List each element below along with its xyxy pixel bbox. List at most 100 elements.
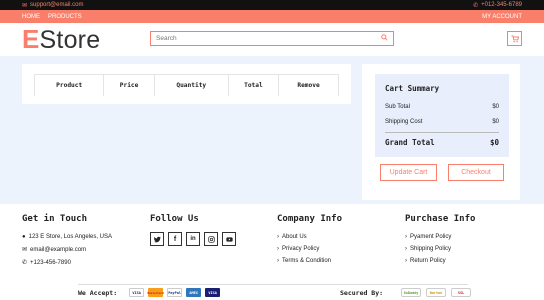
top-phone-text: +012-345-6789 [481, 2, 522, 8]
chevron-right-icon: › [277, 258, 279, 264]
purchase-title: Purchase Info [405, 214, 476, 224]
nav-bar: HOME PRODUCTS MY ACCOUNT [0, 10, 544, 23]
top-email-text: support@email.com [30, 2, 84, 8]
purchase-link-return[interactable]: › Return Policy [405, 258, 475, 264]
logo-text: Store [39, 26, 101, 54]
grand-total-label: Grand Total [385, 138, 435, 147]
shipping-link-text: Shipping Policy [410, 246, 452, 252]
social-icons: f in [150, 232, 236, 246]
footer-company: Company Info › About Us › Privacy Policy ›… [277, 214, 342, 270]
grand-total-value: $0 [489, 138, 499, 147]
cart-table: Product Price Quantity Total Remove [33, 74, 339, 96]
footer-bottom: We Accept: VISA MasterCard PayPal AMEX V… [0, 284, 544, 300]
footer-contact: Get in Touch ● 123 E Store, Los Angeles,… [22, 214, 112, 272]
col-quantity: Quantity [153, 74, 229, 96]
col-product: Product [33, 74, 105, 96]
chevron-right-icon: › [277, 234, 279, 240]
godaddy-badge-icon: GoDaddy [401, 288, 422, 297]
security-badges: Secured By: GoDaddy Norton SSL [340, 288, 472, 297]
visa-card-icon: VISA [129, 288, 145, 297]
contact-title: Get in Touch [22, 214, 88, 224]
checkout-button[interactable]: Checkout [448, 164, 504, 181]
sub-total-row: Sub Total $0 [385, 104, 499, 110]
contact-address: ● 123 E Store, Los Angeles, USA [22, 234, 112, 240]
instagram-icon[interactable] [204, 232, 218, 246]
envelope-icon: ✉ [22, 2, 28, 9]
col-price: Price [103, 74, 155, 96]
summary-title: Cart Summary [385, 84, 440, 93]
cart-table-header: Product Price Quantity Total Remove [33, 74, 339, 96]
phone-icon: ✆ [22, 260, 28, 266]
address-text: 123 E Store, Los Angeles, USA [28, 234, 113, 240]
cart-summary: Cart Summary Sub Total $0 Shipping Cost … [362, 64, 520, 200]
secured-label: Secured By: [340, 288, 384, 297]
email-text: email@example.com [30, 246, 87, 253]
shipping-row: Shipping Cost $0 [385, 119, 499, 125]
search-bar [150, 31, 394, 46]
header: E Store [0, 23, 544, 56]
ssl-badge-icon: SSL [451, 288, 472, 297]
grand-total-row: Grand Total $0 [385, 138, 499, 147]
footer-divider [78, 284, 468, 285]
nav-my-account-link[interactable]: MY ACCOUNT [482, 14, 522, 20]
col-remove: Remove [278, 74, 339, 96]
purchase-link-shipping[interactable]: › Shipping Policy [405, 246, 475, 252]
company-title: Company Info [277, 214, 343, 224]
phone-text: +123-456-7890 [30, 259, 71, 266]
phone-icon: ✆ [473, 2, 479, 9]
company-link-terms[interactable]: › Terms & Condition [277, 258, 342, 264]
logo-letter: E [22, 24, 40, 54]
footer: Get in Touch ● 123 E Store, Los Angeles,… [0, 204, 544, 300]
chevron-right-icon: › [405, 258, 407, 264]
chevron-right-icon: › [277, 246, 279, 252]
privacy-link-text: Privacy Policy [282, 246, 320, 252]
update-cart-button[interactable]: Update Cart [380, 164, 437, 181]
facebook-icon[interactable]: f [168, 232, 182, 246]
summary-box: Cart Summary Sub Total $0 Shipping Cost … [375, 74, 509, 157]
contact-email[interactable]: ✉ email@example.com [22, 246, 112, 254]
col-total: Total [227, 74, 280, 96]
terms-link-text: Terms & Condition [282, 258, 332, 264]
top-bar: ✉ support@email.com ✆ +012-345-6789 [0, 0, 544, 10]
cart-button[interactable] [507, 31, 522, 46]
map-marker-icon: ● [22, 234, 26, 240]
top-phone[interactable]: ✆ +012-345-6789 [473, 2, 522, 9]
payment-link-text: Pyament Policy [410, 234, 452, 240]
company-link-about[interactable]: › About Us [277, 234, 342, 240]
twitter-icon[interactable] [150, 232, 164, 246]
amex-icon: AMEX [186, 288, 202, 297]
paypal-icon: PayPal [167, 288, 183, 297]
return-link-text: Return Policy [410, 258, 446, 264]
visa-card-icon-2: VISA [205, 288, 221, 297]
nav-home-link[interactable]: HOME [22, 14, 40, 20]
follow-title: Follow Us [150, 214, 199, 224]
footer-follow: Follow Us f in [150, 214, 236, 246]
top-email[interactable]: ✉ support@email.com [22, 2, 83, 9]
youtube-icon[interactable] [222, 232, 236, 246]
payment-methods: We Accept: VISA MasterCard PayPal AMEX V… [78, 288, 221, 297]
cart-table-card: Product Price Quantity Total Remove [22, 64, 351, 104]
search-input[interactable] [156, 35, 381, 42]
logo[interactable]: E Store [22, 24, 100, 55]
summary-divider [385, 132, 499, 133]
chevron-right-icon: › [405, 234, 407, 240]
mastercard-icon: MasterCard [148, 288, 164, 297]
sub-total-value: $0 [492, 104, 499, 110]
shipping-label: Shipping Cost [385, 119, 423, 125]
nav-products-link[interactable]: PRODUCTS [48, 14, 82, 20]
purchase-link-payment[interactable]: › Pyament Policy [405, 234, 475, 240]
linkedin-icon[interactable]: in [186, 232, 200, 246]
about-link-text: About Us [282, 234, 307, 240]
sub-total-label: Sub Total [385, 104, 410, 110]
shipping-value: $0 [492, 119, 499, 125]
norton-badge-icon: Norton [426, 288, 447, 297]
accept-label: We Accept: [78, 288, 118, 297]
chevron-right-icon: › [405, 246, 407, 252]
company-link-privacy[interactable]: › Privacy Policy [277, 246, 342, 252]
contact-phone[interactable]: ✆ +123-456-7890 [22, 259, 112, 267]
cart-icon [510, 34, 519, 42]
footer-purchase: Purchase Info › Pyament Policy › Shipping … [405, 214, 475, 270]
search-icon[interactable] [381, 34, 388, 43]
cart-page: Product Price Quantity Total Remove Cart… [0, 56, 544, 204]
envelope-icon: ✉ [22, 247, 28, 253]
